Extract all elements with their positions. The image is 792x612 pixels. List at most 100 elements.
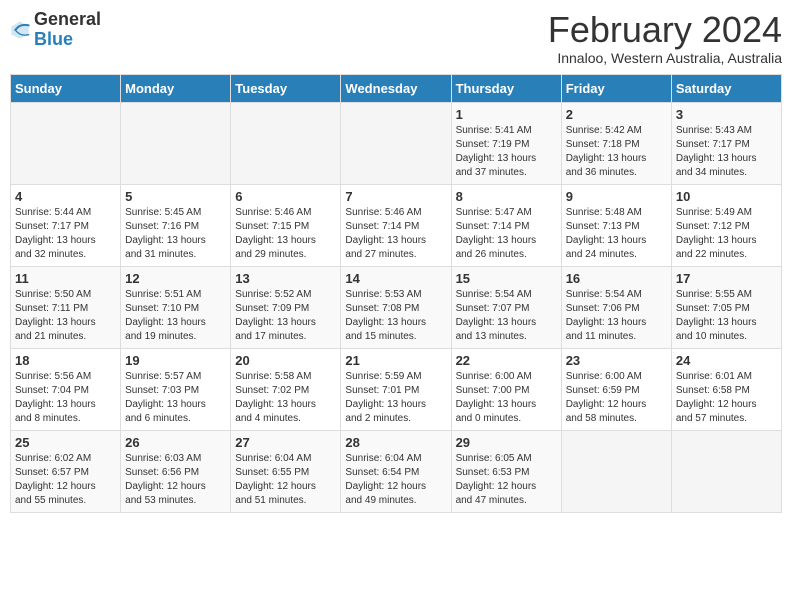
day-number: 15 (456, 271, 557, 286)
calendar-cell: 9 Sunrise: 5:48 AM Sunset: 7:13 PM Daylig… (561, 184, 671, 266)
weekday-header-thursday: Thursday (451, 74, 561, 102)
day-info: Sunrise: 5:41 AM Sunset: 7:19 PM Dayligh… (456, 124, 557, 180)
day-number: 21 (345, 353, 446, 368)
calendar-week-row: 25 Sunrise: 6:02 AM Sunset: 6:57 PM Dayli… (11, 430, 782, 512)
day-info: Sunrise: 6:02 AM Sunset: 6:57 PM Dayligh… (15, 452, 116, 508)
weekday-header-tuesday: Tuesday (231, 74, 341, 102)
day-number: 13 (235, 271, 336, 286)
calendar-cell: 27 Sunrise: 6:04 AM Sunset: 6:55 PM Dayli… (231, 430, 341, 512)
title-area: February 2024 Innaloo, Western Australia… (548, 10, 782, 66)
day-info: Sunrise: 5:55 AM Sunset: 7:05 PM Dayligh… (676, 288, 777, 344)
day-number: 1 (456, 107, 557, 122)
day-number: 3 (676, 107, 777, 122)
day-info: Sunrise: 5:59 AM Sunset: 7:01 PM Dayligh… (345, 370, 446, 426)
day-info: Sunrise: 5:46 AM Sunset: 7:14 PM Dayligh… (345, 206, 446, 262)
calendar-table: SundayMondayTuesdayWednesdayThursdayFrid… (10, 74, 782, 513)
day-number: 20 (235, 353, 336, 368)
day-number: 6 (235, 189, 336, 204)
day-number: 25 (15, 435, 116, 450)
calendar-cell: 14Sunrise: 5:53 AM Sunset: 7:08 PM Dayli… (341, 266, 451, 348)
day-number: 24 (676, 353, 777, 368)
month-title: February 2024 (548, 10, 782, 50)
calendar-cell: 19Sunrise: 5:57 AM Sunset: 7:03 PM Dayli… (121, 348, 231, 430)
logo-text: General Blue (34, 10, 101, 50)
calendar-cell: 23 Sunrise: 6:00 AM Sunset: 6:59 PM Dayli… (561, 348, 671, 430)
calendar-cell: 21 Sunrise: 5:59 AM Sunset: 7:01 PM Dayli… (341, 348, 451, 430)
calendar-cell: 7 Sunrise: 5:46 AM Sunset: 7:14 PM Daylig… (341, 184, 451, 266)
day-number: 22 (456, 353, 557, 368)
calendar-cell: 18 Sunrise: 5:56 AM Sunset: 7:04 PM Dayli… (11, 348, 121, 430)
day-number: 18 (15, 353, 116, 368)
day-number: 26 (125, 435, 226, 450)
day-info: Sunrise: 5:56 AM Sunset: 7:04 PM Dayligh… (15, 370, 116, 426)
day-info: Sunrise: 5:54 AM Sunset: 7:07 PM Dayligh… (456, 288, 557, 344)
day-number: 23 (566, 353, 667, 368)
day-info: Sunrise: 5:51 AM Sunset: 7:10 PM Dayligh… (125, 288, 226, 344)
day-info: Sunrise: 6:00 AM Sunset: 6:59 PM Dayligh… (566, 370, 667, 426)
day-info: Sunrise: 5:49 AM Sunset: 7:12 PM Dayligh… (676, 206, 777, 262)
calendar-cell (341, 102, 451, 184)
calendar-cell (561, 430, 671, 512)
day-number: 9 (566, 189, 667, 204)
calendar-cell: 26 Sunrise: 6:03 AM Sunset: 6:56 PM Dayli… (121, 430, 231, 512)
logo: General Blue (10, 10, 101, 50)
day-number: 17 (676, 271, 777, 286)
page-header: General Blue February 2024 Innaloo, West… (10, 10, 782, 66)
calendar-cell: 2 Sunrise: 5:42 AM Sunset: 7:18 PM Daylig… (561, 102, 671, 184)
calendar-cell (11, 102, 121, 184)
day-info: Sunrise: 6:04 AM Sunset: 6:54 PM Dayligh… (345, 452, 446, 508)
calendar-cell: 25 Sunrise: 6:02 AM Sunset: 6:57 PM Dayli… (11, 430, 121, 512)
day-info: Sunrise: 6:04 AM Sunset: 6:55 PM Dayligh… (235, 452, 336, 508)
weekday-header-monday: Monday (121, 74, 231, 102)
day-info: Sunrise: 5:45 AM Sunset: 7:16 PM Dayligh… (125, 206, 226, 262)
weekday-header-saturday: Saturday (671, 74, 781, 102)
calendar-cell: 4Sunrise: 5:44 AM Sunset: 7:17 PM Daylig… (11, 184, 121, 266)
day-number: 5 (125, 189, 226, 204)
day-number: 27 (235, 435, 336, 450)
day-number: 7 (345, 189, 446, 204)
day-info: Sunrise: 5:50 AM Sunset: 7:11 PM Dayligh… (15, 288, 116, 344)
calendar-cell: 16 Sunrise: 5:54 AM Sunset: 7:06 PM Dayli… (561, 266, 671, 348)
calendar-cell: 20 Sunrise: 5:58 AM Sunset: 7:02 PM Dayli… (231, 348, 341, 430)
day-info: Sunrise: 5:42 AM Sunset: 7:18 PM Dayligh… (566, 124, 667, 180)
day-number: 2 (566, 107, 667, 122)
calendar-cell: 5 Sunrise: 5:45 AM Sunset: 7:16 PM Daylig… (121, 184, 231, 266)
calendar-cell: 24Sunrise: 6:01 AM Sunset: 6:58 PM Dayli… (671, 348, 781, 430)
day-number: 14 (345, 271, 446, 286)
day-info: Sunrise: 5:54 AM Sunset: 7:06 PM Dayligh… (566, 288, 667, 344)
day-number: 28 (345, 435, 446, 450)
weekday-header-wednesday: Wednesday (341, 74, 451, 102)
day-info: Sunrise: 5:52 AM Sunset: 7:09 PM Dayligh… (235, 288, 336, 344)
calendar-cell: 12 Sunrise: 5:51 AM Sunset: 7:10 PM Dayli… (121, 266, 231, 348)
calendar-cell (231, 102, 341, 184)
day-info: Sunrise: 5:47 AM Sunset: 7:14 PM Dayligh… (456, 206, 557, 262)
day-number: 12 (125, 271, 226, 286)
day-info: Sunrise: 6:05 AM Sunset: 6:53 PM Dayligh… (456, 452, 557, 508)
calendar-cell (671, 430, 781, 512)
calendar-cell: 3 Sunrise: 5:43 AM Sunset: 7:17 PM Daylig… (671, 102, 781, 184)
day-info: Sunrise: 6:00 AM Sunset: 7:00 PM Dayligh… (456, 370, 557, 426)
day-number: 11 (15, 271, 116, 286)
day-number: 10 (676, 189, 777, 204)
day-number: 29 (456, 435, 557, 450)
weekday-header-row: SundayMondayTuesdayWednesdayThursdayFrid… (11, 74, 782, 102)
day-number: 8 (456, 189, 557, 204)
calendar-week-row: 1 Sunrise: 5:41 AM Sunset: 7:19 PM Daylig… (11, 102, 782, 184)
calendar-cell: 13 Sunrise: 5:52 AM Sunset: 7:09 PM Dayli… (231, 266, 341, 348)
calendar-week-row: 11 Sunrise: 5:50 AM Sunset: 7:11 PM Dayli… (11, 266, 782, 348)
calendar-cell: 8 Sunrise: 5:47 AM Sunset: 7:14 PM Daylig… (451, 184, 561, 266)
calendar-cell: 6Sunrise: 5:46 AM Sunset: 7:15 PM Daylig… (231, 184, 341, 266)
day-info: Sunrise: 5:43 AM Sunset: 7:17 PM Dayligh… (676, 124, 777, 180)
day-info: Sunrise: 5:58 AM Sunset: 7:02 PM Dayligh… (235, 370, 336, 426)
calendar-cell (121, 102, 231, 184)
calendar-cell: 15 Sunrise: 5:54 AM Sunset: 7:07 PM Dayli… (451, 266, 561, 348)
day-number: 4 (15, 189, 116, 204)
day-number: 19 (125, 353, 226, 368)
day-info: Sunrise: 6:03 AM Sunset: 6:56 PM Dayligh… (125, 452, 226, 508)
day-number: 16 (566, 271, 667, 286)
calendar-cell: 10 Sunrise: 5:49 AM Sunset: 7:12 PM Dayli… (671, 184, 781, 266)
location-title: Innaloo, Western Australia, Australia (548, 50, 782, 66)
logo-icon (10, 20, 30, 40)
calendar-cell: 29 Sunrise: 6:05 AM Sunset: 6:53 PM Dayli… (451, 430, 561, 512)
day-info: Sunrise: 5:48 AM Sunset: 7:13 PM Dayligh… (566, 206, 667, 262)
